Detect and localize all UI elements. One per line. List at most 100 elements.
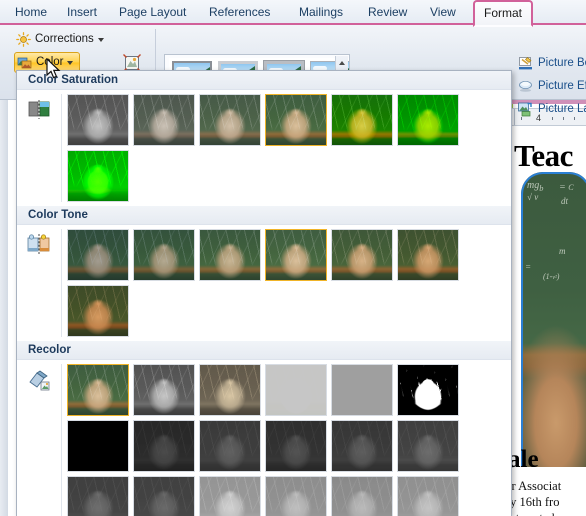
temperature-4700K[interactable]: [67, 229, 129, 281]
color-tone-overlay: [134, 230, 194, 280]
thumb-canvas: [398, 95, 458, 145]
recolor-white[interactable]: [331, 364, 393, 416]
chevron-down-icon[interactable]: [97, 37, 104, 42]
document-body-text: er Associat ry 16th fro interested: [506, 478, 586, 516]
color-dropdown-menu[interactable]: Color Saturation Color Tone Recolor: [16, 70, 512, 516]
saturation-66[interactable]: [199, 94, 261, 146]
tab-home[interactable]: Home: [6, 0, 56, 25]
chalk-marks: [68, 95, 128, 145]
tab-insert[interactable]: Insert: [58, 0, 106, 25]
picture-layout-button[interactable]: Picture Layout: [518, 99, 586, 120]
recolor-light-accent-3[interactable]: [331, 476, 393, 516]
thumb-canvas: [332, 230, 392, 280]
temperature-8800K[interactable]: [397, 229, 459, 281]
tint-light-lift: [332, 477, 392, 516]
saturation-0[interactable]: [67, 94, 129, 146]
recolor-dark-accent-6[interactable]: [67, 476, 129, 516]
thumb-photo: [68, 365, 128, 415]
chalk-marks: [266, 95, 326, 145]
recolor-black[interactable]: [67, 420, 129, 472]
recolor-light-accent-2[interactable]: [265, 476, 327, 516]
recolor-no-recolor[interactable]: [67, 364, 129, 416]
tab-references[interactable]: References: [200, 0, 279, 25]
recolor-dark-accent-4[interactable]: [331, 420, 393, 472]
recolor-grayscale[interactable]: [133, 364, 195, 416]
temperature-11200K[interactable]: [67, 285, 129, 337]
document-picture[interactable]: mgb √ v = C dt m = (1-v²): [521, 172, 586, 467]
tab-format[interactable]: Format: [473, 0, 534, 27]
picture-border-button[interactable]: Picture Border: [518, 53, 586, 74]
picture-effects-icon: [518, 79, 533, 94]
recolor-dark-accent-7[interactable]: [133, 476, 195, 516]
corrections-label: Corrections: [35, 33, 94, 45]
gallery-color-saturation: [17, 90, 511, 206]
thumb-canvas: [134, 477, 194, 516]
recolor-black-and-white[interactable]: [397, 364, 459, 416]
recolor-light-accent-1[interactable]: [199, 476, 261, 516]
temperature-6500K[interactable]: [265, 229, 327, 281]
saturation-400[interactable]: [67, 150, 129, 202]
picture-effects-button[interactable]: Picture Effects: [518, 76, 586, 97]
tint-dark-lift: [200, 421, 260, 471]
gallery-color-tone: [17, 225, 511, 341]
color-tone-overlay: [200, 230, 260, 280]
thumb-canvas: [200, 230, 260, 280]
chalk-marks: [398, 365, 458, 415]
tab-review[interactable]: Review: [359, 0, 416, 25]
recolor-dark-accent-2[interactable]: [199, 420, 261, 472]
thumb-photo: [134, 365, 194, 415]
color-tone-overlay: [266, 230, 326, 280]
saturation-300[interactable]: [397, 94, 459, 146]
gallery-recolor: [17, 360, 511, 516]
tab-view[interactable]: View: [421, 0, 465, 25]
thumb-photo: [398, 365, 458, 415]
tint-dark-lift: [398, 421, 458, 471]
saturation-boost-overlay: [68, 151, 128, 201]
tab-mailings[interactable]: Mailings: [290, 0, 352, 25]
thumb-canvas: [398, 477, 458, 516]
saturation-33[interactable]: [133, 94, 195, 146]
tint-light-lift: [398, 477, 458, 516]
thumb-canvas: [266, 477, 326, 516]
document-heading-1: Teac: [514, 138, 573, 173]
ribbon-tabstrip: Home Insert Page Layout References Maili…: [0, 0, 586, 27]
thumb-canvas: [398, 230, 458, 280]
color-tone-overlay: [68, 230, 128, 280]
thumb-canvas: [332, 421, 392, 471]
tab-page-layout[interactable]: Page Layout: [110, 0, 195, 25]
thumb-canvas: [200, 365, 260, 415]
thumb-canvas: [68, 230, 128, 280]
picture-layout-icon: [518, 102, 533, 117]
saturation-100[interactable]: [265, 94, 327, 146]
chalk-marks: [68, 365, 128, 415]
temperature-5300K[interactable]: [133, 229, 195, 281]
scroll-up-icon[interactable]: [339, 61, 345, 65]
recolor-dark-accent-1[interactable]: [133, 420, 195, 472]
tint-dark-lift: [68, 477, 128, 516]
color-tone-overlay: [332, 230, 392, 280]
thumb-canvas: [266, 95, 326, 145]
recolor-washout[interactable]: [265, 364, 327, 416]
recolor-sepia[interactable]: [199, 364, 261, 416]
thumb-canvas: [200, 477, 260, 516]
corrections-icon: [16, 32, 31, 47]
body-line-0: er Associat: [506, 479, 562, 493]
thumb-canvas: [266, 365, 326, 415]
thumb-photo: [200, 95, 260, 145]
section-header-color-tone: Color Tone: [17, 206, 511, 225]
chevron-down-icon[interactable]: [67, 60, 74, 65]
thumb-canvas: [68, 151, 128, 201]
thumb-canvas: [68, 365, 128, 415]
corrections-button[interactable]: Corrections: [14, 29, 108, 50]
color-tone-icon: [27, 234, 50, 255]
recolor-light-accent-4[interactable]: [397, 476, 459, 516]
picture-styles-buttons: Picture Border Picture Effects: [518, 53, 586, 122]
picture-border-label: Picture Border: [538, 57, 586, 69]
saturation-200[interactable]: [331, 94, 393, 146]
recolor-dark-accent-3[interactable]: [265, 420, 327, 472]
thumb-canvas: [134, 365, 194, 415]
temperature-5900K[interactable]: [199, 229, 261, 281]
recolor-dark-accent-5[interactable]: [397, 420, 459, 472]
thumb-canvas: [134, 230, 194, 280]
temperature-7200K[interactable]: [331, 229, 393, 281]
